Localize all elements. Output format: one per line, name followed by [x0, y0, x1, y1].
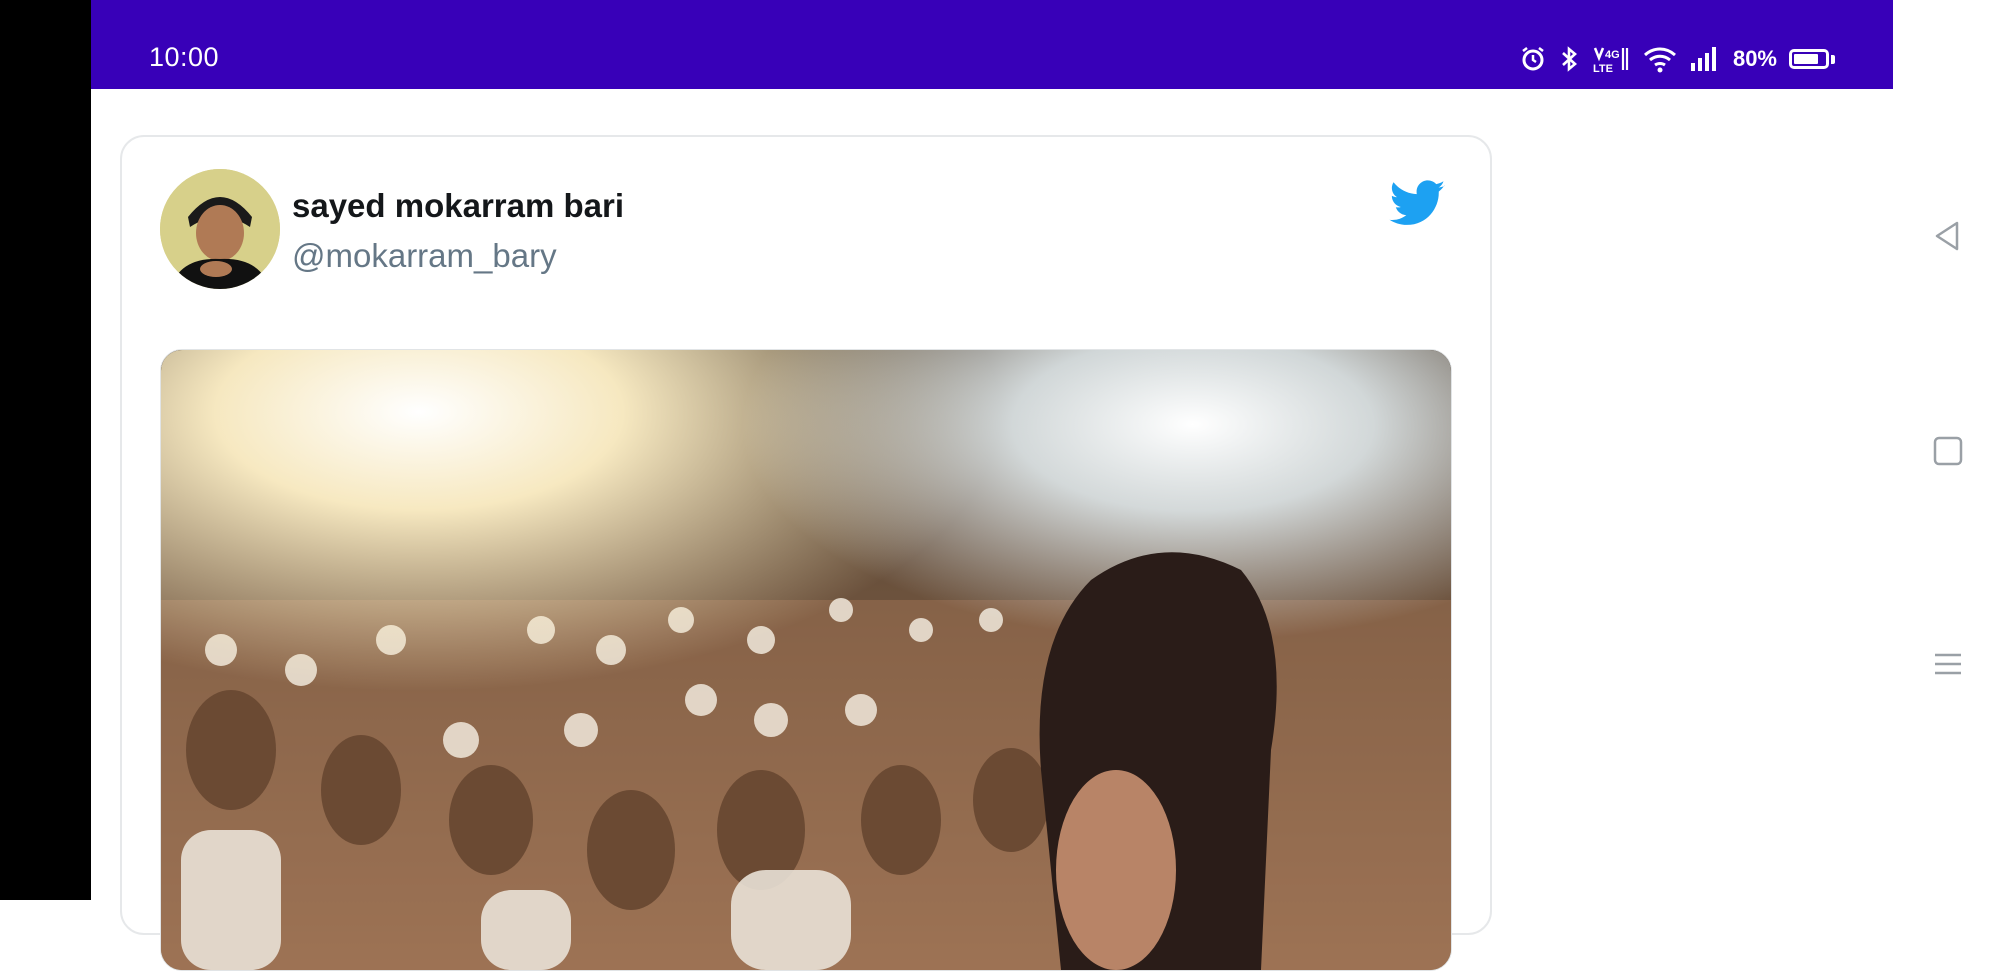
alarm-icon [1519, 44, 1547, 74]
menu-icon[interactable] [1929, 645, 1967, 683]
bluetooth-icon [1559, 44, 1579, 74]
svg-text:LTE: LTE [1593, 63, 1613, 74]
tweet-media-image[interactable] [160, 349, 1452, 971]
svg-text:4G: 4G [1605, 49, 1620, 61]
avatar[interactable] [160, 169, 280, 289]
tweet-user-name[interactable]: sayed mokarram bari [292, 187, 624, 225]
status-bar: 10:00 4G LTE 80% [91, 0, 1893, 89]
tweet-card[interactable]: sayed mokarram bari @mokarram_bary [120, 135, 1492, 971]
battery-icon [1789, 49, 1835, 69]
home-icon[interactable] [1929, 432, 1967, 470]
navigation-bar [1893, 89, 2003, 900]
back-icon[interactable] [1929, 217, 1967, 255]
status-icons: 4G LTE 80% [1519, 42, 1835, 76]
status-time: 10:00 [149, 42, 220, 72]
volte-icon: 4G LTE [1591, 44, 1631, 74]
tweet-user-handle[interactable]: @mokarram_bary [292, 237, 557, 275]
twitter-bird-icon [1388, 175, 1448, 231]
battery-percent: 80% [1732, 46, 1777, 71]
battery-fill [1794, 54, 1818, 64]
left-black-bar [0, 0, 91, 900]
signal-icon [1689, 44, 1721, 74]
wifi-icon [1643, 44, 1677, 74]
